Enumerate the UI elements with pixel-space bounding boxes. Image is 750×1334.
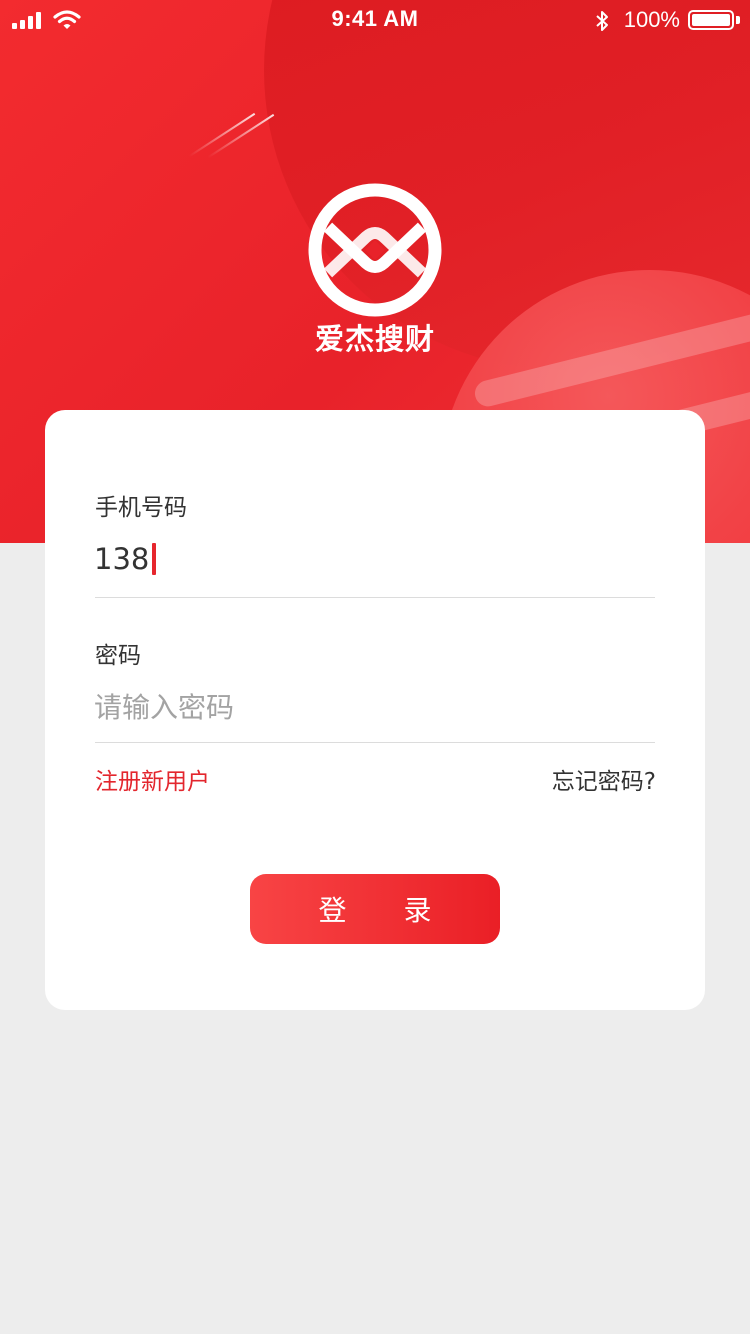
bluetooth-icon [596, 11, 608, 31]
hero-decor-streak [188, 112, 256, 158]
battery-icon [688, 10, 734, 30]
brand-logo-icon [308, 183, 442, 317]
login-card: 手机号码 138 密码 注册新用户 忘记密码? 登 录 [45, 410, 705, 1010]
register-link[interactable]: 注册新用户 [95, 762, 210, 796]
text-caret [152, 543, 157, 575]
battery-percentage: 100% [623, 7, 680, 32]
phone-label: 手机号码 [95, 495, 187, 521]
password-label: 密码 [95, 643, 141, 669]
phone-divider [95, 597, 655, 598]
battery-cap [736, 16, 740, 24]
password-divider [95, 742, 655, 743]
forgot-password-link[interactable]: 忘记密码? [552, 762, 656, 796]
phone-input-value: 138 [94, 542, 150, 576]
brand-name: 爱杰搜财 [314, 322, 435, 356]
phone-input[interactable]: 138 [94, 542, 157, 576]
password-input[interactable] [94, 685, 654, 729]
login-button[interactable]: 登 录 [250, 874, 500, 944]
status-bar: 9:41 AM 100% [0, 0, 750, 40]
